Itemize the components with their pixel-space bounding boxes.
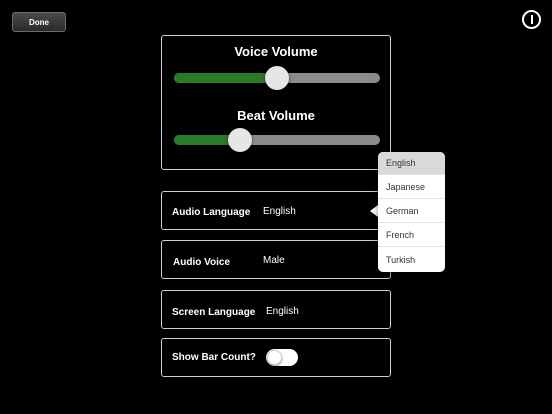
screen-language-value[interactable]: English [266, 306, 299, 317]
show-bar-count-label: Show Bar Count? [172, 352, 256, 363]
voice-volume-label: Voice Volume [234, 44, 318, 59]
done-button[interactable]: Done [12, 12, 66, 32]
voice-volume-fill [174, 73, 277, 83]
show-bar-count-row: Show Bar Count? [161, 338, 391, 377]
info-icon[interactable] [522, 10, 541, 29]
audio-voice-value[interactable]: Male [263, 255, 285, 266]
beat-volume-slider[interactable] [174, 128, 380, 152]
screen-language-label: Screen Language [172, 307, 256, 318]
language-dropdown: English Japanese German French Turkish [378, 152, 445, 272]
toggle-knob [267, 350, 282, 365]
language-option[interactable]: Turkish [378, 248, 445, 271]
popover-arrow [370, 205, 378, 217]
voice-volume-knob[interactable] [265, 66, 289, 90]
beat-volume-knob[interactable] [227, 128, 252, 152]
voice-volume-slider[interactable] [174, 66, 380, 90]
settings-screen: Done Voice Volume Beat Volume Audio Lang… [0, 0, 552, 414]
language-option[interactable]: German [378, 200, 445, 223]
language-option[interactable]: English [378, 152, 445, 175]
audio-voice-row[interactable]: Audio Voice Male [161, 240, 391, 279]
audio-language-label: Audio Language [172, 207, 251, 218]
audio-language-value[interactable]: English [263, 206, 296, 217]
screen-language-row[interactable]: Screen Language English [161, 290, 391, 329]
audio-language-row[interactable]: Audio Language English [161, 191, 391, 230]
language-option[interactable]: French [378, 224, 445, 247]
audio-voice-label: Audio Voice [173, 257, 231, 268]
volume-panel: Voice Volume Beat Volume [161, 35, 391, 170]
show-bar-count-toggle[interactable] [266, 349, 298, 366]
language-option[interactable]: Japanese [378, 176, 445, 199]
beat-volume-label: Beat Volume [237, 108, 315, 123]
